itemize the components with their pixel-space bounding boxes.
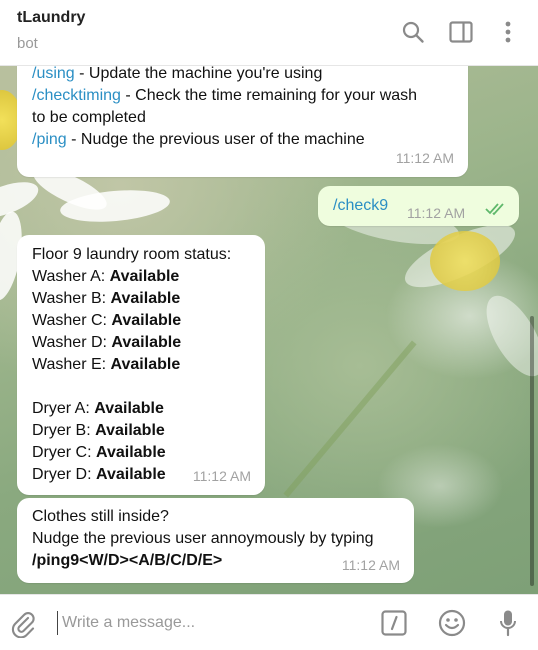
message-text: - Update the machine you're using	[74, 66, 323, 82]
command-link[interactable]: /using	[32, 66, 75, 82]
message-time: 11:12 AM	[395, 150, 454, 166]
emoji-icon[interactable]	[437, 608, 467, 638]
washer-status: Washer B: Available	[32, 290, 181, 307]
incoming-message[interactable]: Clothes still inside? Nudge the previous…	[17, 498, 414, 583]
message-time: 11:12 AM	[341, 557, 400, 573]
message-text: - Nudge the previous user of the machine	[66, 131, 365, 148]
washer-status: Washer D: Available	[32, 334, 182, 351]
microphone-icon[interactable]	[494, 608, 522, 638]
message-text: Nudge the previous user annoymously by t…	[32, 530, 374, 547]
washer-status: Washer A: Available	[32, 268, 180, 285]
message-line: /ping - Nudge the previous user of the m…	[32, 129, 453, 151]
command-link[interactable]: /ping	[32, 131, 67, 148]
dryer-status: Dryer C: Available	[32, 444, 166, 461]
chat-subtitle: bot	[17, 35, 38, 52]
message-time: 11:12 AM	[192, 468, 251, 484]
washer-status: Washer E: Available	[32, 356, 181, 373]
chat-scrollbar[interactable]	[530, 316, 534, 586]
command-link[interactable]: /check9	[333, 195, 388, 217]
message-input[interactable]	[57, 611, 357, 635]
message-text: to be completed	[32, 109, 146, 126]
message-text: - Check the time remaining for your wash	[120, 87, 418, 104]
chat-title[interactable]: tLaundry	[17, 9, 85, 27]
command-link[interactable]: /checktiming	[32, 87, 121, 104]
message-line: /checktiming - Check the time remaining …	[32, 85, 453, 107]
bot-command-icon[interactable]	[380, 609, 408, 637]
chat-history[interactable]: /using - Update the machine you're using…	[0, 66, 538, 594]
washer-status: Washer C: Available	[32, 312, 182, 329]
dryer-status: Dryer B: Available	[32, 422, 165, 439]
double-check-icon	[485, 201, 509, 223]
message-line: to be completed	[32, 107, 453, 129]
outgoing-message[interactable]: /check9 11:12 AM	[318, 186, 519, 226]
sidebar-toggle-icon[interactable]	[447, 18, 475, 46]
message-line: /using - Update the machine you're using	[32, 66, 453, 85]
paperclip-icon[interactable]	[8, 609, 38, 639]
message-time: 11:12 AM	[407, 205, 466, 221]
message-text: Clothes still inside?	[32, 508, 169, 525]
search-icon[interactable]	[399, 18, 427, 46]
dryer-status: Dryer A: Available	[32, 400, 164, 417]
chat-header: tLaundry bot	[0, 0, 538, 66]
status-heading: Floor 9 laundry room status:	[32, 246, 232, 263]
more-vertical-icon[interactable]	[494, 18, 522, 46]
incoming-message[interactable]: Floor 9 laundry room status: Washer A: A…	[17, 235, 265, 495]
incoming-message[interactable]: /using - Update the machine you're using…	[17, 66, 468, 177]
compose-bar	[0, 594, 538, 650]
